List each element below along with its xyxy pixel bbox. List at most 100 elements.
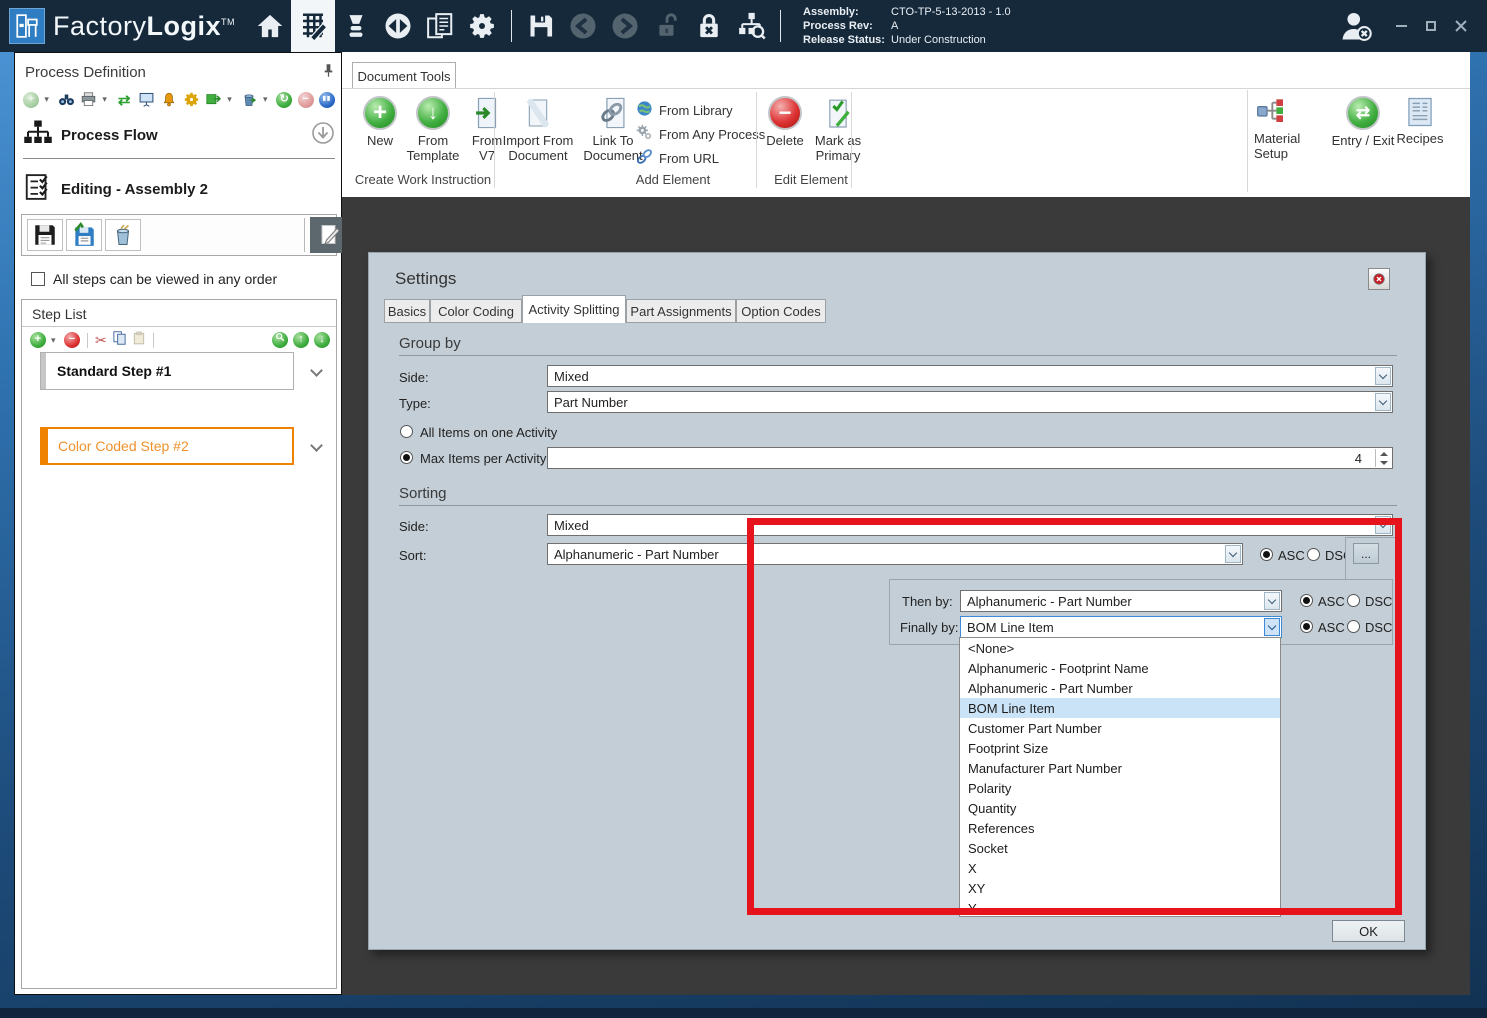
finally-by-dsc-radio[interactable] [1347, 620, 1360, 633]
add-step-icon[interactable]: + [30, 332, 46, 348]
bin-dropdown-caret-icon[interactable]: ▾ [263, 94, 271, 105]
close-button[interactable] [1453, 18, 1469, 34]
import-from-document-button[interactable]: Import From Document [497, 96, 579, 163]
import-step-button[interactable] [66, 219, 102, 251]
mark-as-primary-button[interactable]: Mark as Primary [808, 96, 868, 163]
share-folder-icon[interactable] [205, 91, 222, 108]
print-icon[interactable] [80, 91, 97, 108]
dropdown-option[interactable]: Quantity [960, 798, 1280, 818]
dropdown-option[interactable]: References [960, 818, 1280, 838]
gear-gold-icon[interactable] [183, 91, 200, 108]
finally-by-select[interactable]: BOM Line Item [960, 616, 1282, 638]
process-definition-icon[interactable] [291, 0, 335, 52]
tab-option-codes[interactable]: Option Codes [736, 299, 826, 323]
transfer-icon[interactable] [377, 0, 419, 52]
maximize-button[interactable] [1423, 18, 1439, 34]
dropdown-arrow-icon[interactable] [1375, 516, 1391, 534]
sort-dsc-radio[interactable] [1307, 548, 1320, 561]
dropdown-option[interactable]: Manufacturer Part Number [960, 758, 1280, 778]
add-process-icon[interactable]: + [23, 92, 39, 108]
then-by-select[interactable]: Alphanumeric - Part Number [960, 590, 1282, 612]
max-items-input[interactable]: 4 [547, 447, 1393, 469]
shuffle-icon[interactable]: ⇄ [116, 91, 133, 108]
group-type-select[interactable]: Part Number [547, 391, 1393, 413]
recycle-bin-icon[interactable] [241, 91, 258, 108]
dropdown-option[interactable]: Footprint Size [960, 738, 1280, 758]
new-button[interactable]: + New [360, 96, 400, 148]
dropdown-option[interactable]: Alphanumeric - Part Number [960, 678, 1280, 698]
home-icon[interactable] [249, 0, 291, 52]
back-icon[interactable] [562, 0, 604, 52]
save-step-button[interactable] [27, 219, 63, 251]
group-side-select[interactable]: Mixed [547, 365, 1393, 387]
save-icon[interactable] [520, 0, 562, 52]
bell-icon[interactable] [160, 91, 177, 108]
find-binoculars-icon[interactable] [58, 91, 75, 108]
from-any-process-button[interactable]: From Any Process [636, 124, 765, 144]
dropdown-option[interactable]: Y [960, 898, 1280, 917]
tab-part-assignments[interactable]: Part Assignments [626, 299, 736, 323]
minimize-button[interactable] [1393, 18, 1409, 34]
dropdown-option[interactable]: Alphanumeric - Footprint Name [960, 658, 1280, 678]
copy-icon[interactable] [112, 330, 127, 351]
refresh-icon[interactable]: ↻ [276, 92, 292, 108]
lock-cancel-icon[interactable] [688, 0, 730, 52]
dropdown-option-selected[interactable]: BOM Line Item [960, 698, 1280, 718]
settings-gear-icon[interactable] [461, 0, 503, 52]
process-flow-row[interactable]: Process Flow [23, 115, 335, 155]
share-dropdown-caret-icon[interactable]: ▾ [227, 94, 235, 105]
max-items-radio[interactable] [400, 451, 413, 464]
sort-select[interactable]: Alphanumeric - Part Number [547, 543, 1243, 565]
documents-icon[interactable] [419, 0, 461, 52]
pin-icon[interactable] [321, 63, 336, 83]
presentation-icon[interactable] [138, 91, 155, 108]
ok-button[interactable]: OK [1332, 920, 1405, 942]
all-items-radio[interactable] [400, 425, 413, 438]
view-order-checkbox[interactable] [31, 272, 45, 286]
tab-color-coding[interactable]: Color Coding [430, 299, 522, 323]
dropdown-option[interactable]: X [960, 858, 1280, 878]
step-item-standard[interactable]: Standard Step #1 [40, 352, 294, 390]
dropdown-arrow-icon[interactable] [1225, 545, 1241, 563]
sort-side-select[interactable]: Mixed [547, 514, 1393, 536]
materials-icon[interactable] [335, 0, 377, 52]
pause-icon[interactable]: ▮▮ [319, 92, 335, 108]
then-by-dsc-radio[interactable] [1347, 594, 1360, 607]
dropdown-arrow-icon[interactable] [1375, 393, 1391, 411]
remove-step-icon[interactable]: − [64, 332, 80, 348]
from-library-button[interactable]: From Library [636, 100, 733, 120]
more-sort-options-button[interactable]: ... [1353, 543, 1379, 564]
add-dropdown-caret-icon[interactable]: ▾ [44, 94, 52, 105]
dropdown-option[interactable]: Polarity [960, 778, 1280, 798]
print-dropdown-caret-icon[interactable]: ▾ [102, 94, 110, 105]
step-expand-chevron-icon[interactable] [312, 366, 324, 374]
from-url-button[interactable]: From URL [636, 148, 719, 168]
zoom-step-icon[interactable] [272, 332, 288, 348]
tab-activity-splitting[interactable]: Activity Splitting [522, 295, 626, 323]
dropdown-arrow-icon[interactable] [1264, 618, 1280, 636]
dropdown-arrow-icon[interactable] [1264, 592, 1280, 610]
process-search-icon[interactable] [730, 0, 772, 52]
unlock-icon[interactable] [646, 0, 688, 52]
material-setup-button[interactable]: Material Setup [1254, 96, 1316, 161]
dropdown-option[interactable]: <None> [960, 638, 1280, 658]
entry-exit-button[interactable]: ⇄ Entry / Exit [1328, 96, 1398, 148]
sort-asc-radio[interactable] [1260, 548, 1273, 561]
remove-icon[interactable]: − [298, 92, 314, 108]
tab-document-tools[interactable]: Document Tools [352, 62, 456, 89]
then-by-asc-radio[interactable] [1300, 594, 1313, 607]
finally-by-asc-radio[interactable] [1300, 620, 1313, 633]
step-expand-chevron-icon[interactable] [312, 441, 324, 449]
forward-icon[interactable] [604, 0, 646, 52]
dropdown-option[interactable]: Customer Part Number [960, 718, 1280, 738]
tab-basics[interactable]: Basics [384, 299, 430, 323]
spinner-control[interactable] [1375, 449, 1391, 467]
delete-step-button[interactable] [105, 219, 141, 251]
recipes-button[interactable]: Recipes [1394, 96, 1446, 146]
cut-icon[interactable]: ✂ [95, 332, 107, 349]
dropdown-option[interactable]: XY [960, 878, 1280, 898]
step-item-color-coded[interactable]: Color Coded Step #2 [40, 427, 294, 465]
move-up-icon[interactable]: ↑ [293, 332, 309, 348]
from-template-button[interactable]: ↓ From Template [402, 96, 464, 163]
add-step-caret-icon[interactable]: ▾ [51, 335, 59, 346]
